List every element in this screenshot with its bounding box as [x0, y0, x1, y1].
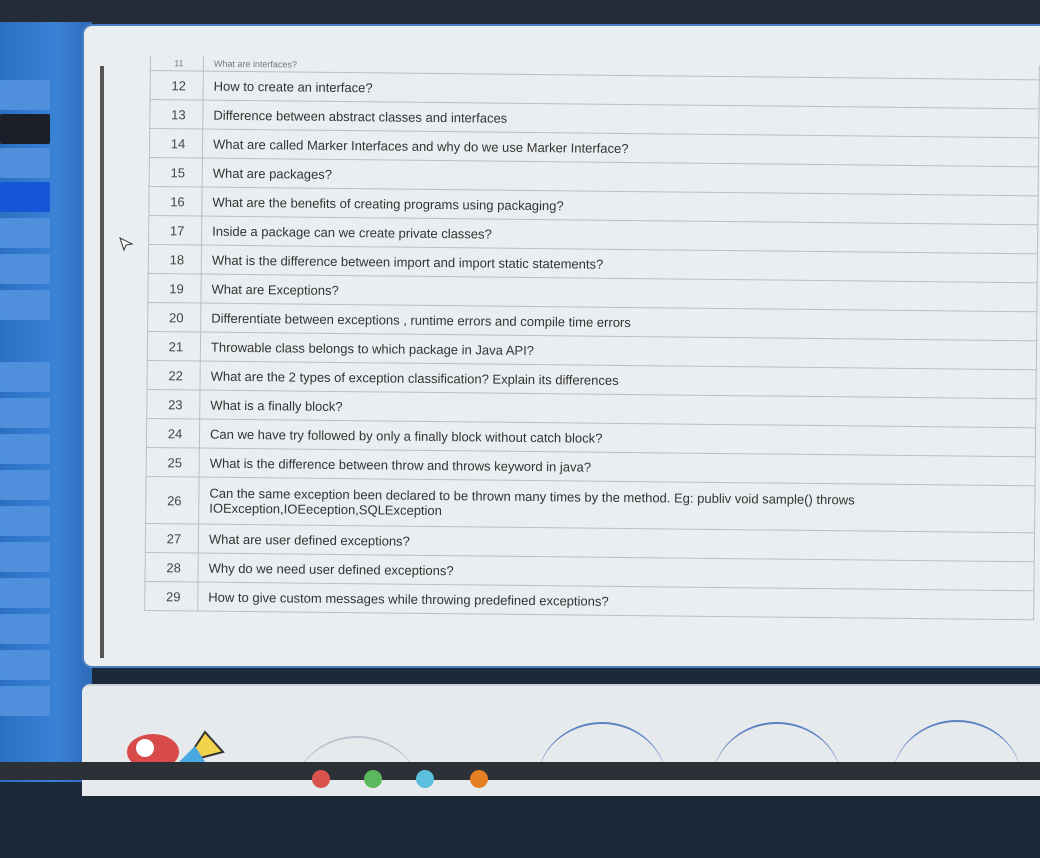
row-number: 25	[146, 447, 200, 478]
row-number: 13	[149, 99, 204, 130]
row-number: 19	[147, 273, 202, 304]
row-number: 14	[149, 128, 203, 159]
sidebar-tile[interactable]	[0, 80, 50, 110]
row-number: 24	[146, 418, 200, 449]
decorative-arc	[537, 722, 667, 844]
row-number: 12	[150, 70, 204, 101]
left-sidebar	[0, 22, 92, 782]
taskbar-app-icon[interactable]	[364, 770, 382, 788]
sidebar-tile[interactable]	[0, 686, 50, 716]
sidebar-tile[interactable]	[0, 542, 50, 572]
decorative-arc	[892, 720, 1022, 842]
sidebar-tile[interactable]	[0, 650, 50, 680]
sidebar-tile[interactable]	[0, 362, 50, 392]
taskbar	[0, 762, 1040, 780]
sidebar-tile[interactable]	[0, 182, 50, 212]
row-number: 18	[148, 244, 202, 275]
taskbar-app-icon[interactable]	[470, 770, 488, 788]
taskbar-app-icon[interactable]	[312, 770, 330, 788]
row-number: 11	[150, 56, 204, 72]
sidebar-tile[interactable]	[0, 218, 50, 248]
sidebar-tile[interactable]	[0, 398, 50, 428]
row-number: 27	[145, 523, 199, 554]
row-number: 16	[148, 186, 203, 217]
sidebar-tile[interactable]	[0, 434, 50, 464]
row-number: 20	[147, 302, 201, 333]
row-number: 21	[147, 331, 201, 362]
page-margin-line	[100, 66, 104, 658]
sidebar-tile[interactable]	[0, 578, 50, 608]
row-number: 28	[144, 552, 199, 583]
row-number: 23	[146, 389, 201, 420]
row-number: 22	[147, 360, 201, 391]
sidebar-tile[interactable]	[0, 148, 50, 178]
row-number: 26	[145, 476, 200, 525]
decorative-arc	[292, 736, 422, 858]
row-number: 17	[148, 215, 202, 246]
sidebar-tile[interactable]	[0, 114, 50, 144]
decorative-arc	[712, 722, 842, 844]
row-number: 15	[149, 157, 203, 188]
sidebar-tile[interactable]	[0, 506, 50, 536]
sidebar-tile[interactable]	[0, 290, 50, 320]
questions-table: 11 What are interfaces? 12 How to create …	[144, 56, 1040, 620]
sidebar-tile[interactable]	[0, 254, 50, 284]
questions-table-container: 11 What are interfaces? 12 How to create …	[144, 56, 1040, 620]
row-number: 29	[144, 581, 198, 612]
mouse-cursor-icon	[119, 237, 134, 252]
taskbar-app-icon[interactable]	[416, 770, 434, 788]
sidebar-tile[interactable]	[0, 470, 50, 500]
sidebar-tile[interactable]	[0, 614, 50, 644]
